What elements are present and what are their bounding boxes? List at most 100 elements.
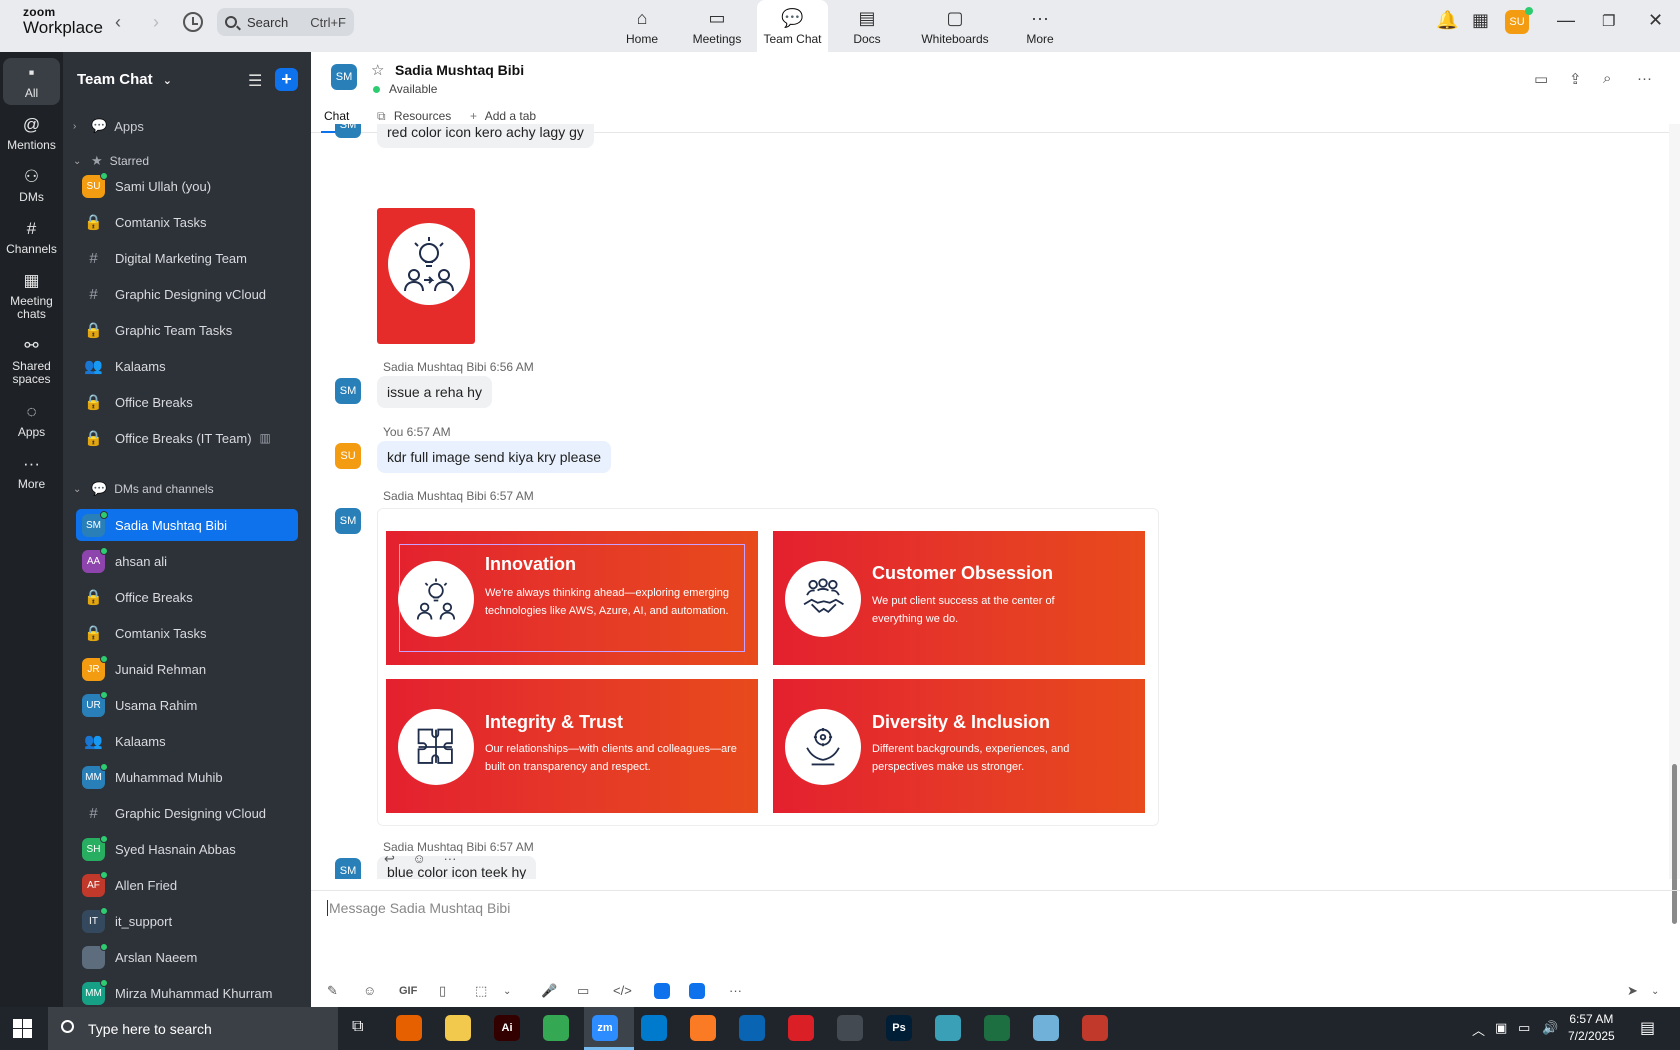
back-arrow-icon[interactable]: ‹ bbox=[115, 12, 121, 33]
sidebar-item[interactable]: 🔒 Office Breaks (IT Team) ▥ bbox=[76, 422, 298, 454]
tab-whiteboards[interactable]: ▢ Whiteboards bbox=[918, 0, 992, 52]
chevron-down-icon[interactable]: ⌄ bbox=[1651, 986, 1659, 997]
maximize-icon[interactable]: ❐ bbox=[1602, 12, 1615, 30]
message-input[interactable]: Message Sadia Mushtaq Bibi bbox=[327, 900, 510, 916]
file-icon[interactable]: ▯ bbox=[439, 983, 446, 999]
sidebar-item[interactable]: AF Allen Fried bbox=[76, 869, 298, 901]
message-avatar[interactable]: SM bbox=[335, 858, 361, 879]
new-chat-button[interactable]: + bbox=[275, 68, 298, 91]
tab-team-chat[interactable]: 💬 Team Chat bbox=[757, 0, 828, 52]
emoji-react-icon[interactable]: ☺ bbox=[413, 851, 426, 866]
sidebar-item[interactable]: SU Sami Ullah (you) bbox=[76, 170, 298, 202]
search-icon[interactable]: ⌕ bbox=[1603, 70, 1611, 87]
screenshot-icon[interactable]: ⬚ bbox=[475, 983, 487, 999]
windows-start-icon[interactable] bbox=[13, 1019, 32, 1038]
photoshop-icon[interactable]: Ps bbox=[886, 1015, 912, 1041]
search-box[interactable]: Search Ctrl+F bbox=[217, 8, 354, 36]
xampp-icon[interactable] bbox=[690, 1015, 716, 1041]
message-avatar[interactable]: SM bbox=[335, 124, 361, 138]
task-view-icon[interactable]: ⧉ bbox=[352, 1018, 363, 1036]
sidebar-item[interactable]: AA ahsan ali bbox=[76, 545, 298, 577]
profile-avatar[interactable]: SU bbox=[1505, 7, 1533, 34]
tab-meetings[interactable]: ▭ Meetings bbox=[688, 0, 746, 52]
tab-home[interactable]: ⌂ Home bbox=[622, 0, 662, 52]
sidebar-item[interactable]: 🔒 Office Breaks bbox=[76, 581, 298, 613]
forward-arrow-icon[interactable]: › bbox=[153, 12, 159, 33]
reply-icon[interactable]: ↩ bbox=[384, 851, 395, 866]
video-message-icon[interactable]: ▭ bbox=[577, 983, 589, 999]
rail-apps[interactable]: ◌ Apps bbox=[3, 401, 60, 438]
rail-meeting-chats[interactable]: ▦ Meeting chats bbox=[3, 270, 60, 321]
chevron-up-icon[interactable]: ︿ bbox=[1472, 1020, 1485, 1039]
filter-icon[interactable]: ☰ bbox=[248, 71, 262, 91]
app-icon[interactable] bbox=[935, 1015, 961, 1041]
message-avatar[interactable]: SM bbox=[335, 508, 361, 534]
format-icon[interactable]: ✎ bbox=[327, 983, 338, 999]
share-screen-icon[interactable]: ⇪ bbox=[1569, 70, 1582, 88]
minimize-icon[interactable]: — bbox=[1557, 10, 1575, 31]
chat-scrollbar[interactable] bbox=[1669, 124, 1680, 924]
snipping-icon[interactable] bbox=[1082, 1015, 1108, 1041]
close-icon[interactable]: ✕ bbox=[1648, 10, 1663, 31]
gif-button[interactable]: GIF bbox=[399, 985, 417, 997]
calendar-icon[interactable]: ▦ bbox=[1472, 10, 1489, 31]
sidebar-item[interactable]: MM Muhammad Muhib bbox=[76, 761, 298, 793]
tray-app-icon[interactable]: ▣ bbox=[1495, 1020, 1507, 1036]
zoom-icon[interactable]: zm bbox=[592, 1015, 618, 1041]
sidebar-item[interactable]: 👥 Kalaams bbox=[76, 725, 298, 757]
vscode-icon[interactable] bbox=[641, 1015, 667, 1041]
star-icon[interactable]: ☆ bbox=[371, 61, 384, 79]
sidebar-item[interactable]: 🔒 Comtanix Tasks bbox=[76, 206, 298, 238]
sidebar-item[interactable]: 🔒 Office Breaks bbox=[76, 386, 298, 418]
rail-more[interactable]: ··· More bbox=[3, 453, 60, 490]
more-icon[interactable]: ··· bbox=[443, 851, 456, 866]
rail-shared-spaces[interactable]: ⚯ Shared spaces bbox=[3, 335, 60, 386]
rail-all[interactable]: ▪ All bbox=[3, 58, 60, 105]
code-icon[interactable]: </> bbox=[613, 983, 632, 998]
taskbar-clock[interactable]: 6:57 AM 7/2/2025 bbox=[1568, 1011, 1615, 1045]
chevron-down-icon[interactable]: ⌄ bbox=[503, 986, 511, 997]
sidebar-item[interactable]: IT it_support bbox=[76, 905, 298, 937]
video-call-icon[interactable]: ▭ bbox=[1534, 70, 1548, 88]
app-icon[interactable] bbox=[654, 983, 670, 999]
shared-image-icon[interactable] bbox=[377, 208, 475, 344]
contact-avatar[interactable]: SM bbox=[331, 64, 357, 90]
firefox-icon[interactable] bbox=[396, 1015, 422, 1041]
bell-icon[interactable]: 🔔 bbox=[1436, 10, 1458, 31]
send-icon[interactable]: ➤ bbox=[1627, 983, 1638, 999]
message-avatar[interactable]: SM bbox=[335, 378, 361, 404]
sidebar-item[interactable]: # Digital Marketing Team bbox=[76, 242, 298, 274]
volume-icon[interactable]: 🔊 bbox=[1542, 1020, 1558, 1036]
tab-more[interactable]: ··· More bbox=[1025, 0, 1055, 52]
whiteboard-app-icon[interactable] bbox=[689, 983, 705, 999]
taskbar-search[interactable]: Type here to search bbox=[48, 1007, 338, 1050]
emoji-icon[interactable]: ☺ bbox=[363, 983, 376, 998]
sidebar-item[interactable]: 👥 Kalaams bbox=[76, 350, 298, 382]
notifications-icon[interactable]: ▤ bbox=[1640, 1018, 1655, 1038]
sidebar-item[interactable]: 🔒 Graphic Team Tasks bbox=[76, 314, 298, 346]
outlook-icon[interactable] bbox=[739, 1015, 765, 1041]
more-icon[interactable]: ··· bbox=[729, 983, 742, 998]
rail-mentions[interactable]: @ Mentions bbox=[3, 114, 60, 151]
sidebar-item[interactable]: 🔒 Comtanix Tasks bbox=[76, 617, 298, 649]
sidebar-item[interactable]: SM Sadia Mushtaq Bibi bbox=[76, 509, 298, 541]
contact-name[interactable]: Sadia Mushtaq Bibi bbox=[395, 62, 524, 78]
more-options-icon[interactable]: ··· bbox=[1637, 70, 1652, 87]
pen-icon[interactable] bbox=[837, 1015, 863, 1041]
sidebar-item[interactable]: Arslan Naeem bbox=[76, 941, 298, 973]
sidebar-item[interactable]: UR Usama Rahim bbox=[76, 689, 298, 721]
sidebar-item[interactable]: # Graphic Designing vCloud bbox=[76, 278, 298, 310]
message-avatar[interactable]: SU bbox=[335, 443, 361, 469]
excel-icon[interactable] bbox=[984, 1015, 1010, 1041]
notepad-icon[interactable] bbox=[1033, 1015, 1059, 1041]
tab-docs[interactable]: ▤ Docs bbox=[849, 0, 885, 52]
shared-image-values[interactable]: Innovation We're always thinking ahead—e… bbox=[377, 508, 1159, 826]
illustrator-icon[interactable]: Ai bbox=[494, 1015, 520, 1041]
sidebar-item[interactable]: JR Junaid Rehman bbox=[76, 653, 298, 685]
microphone-icon[interactable]: 🎤 bbox=[541, 983, 557, 999]
rail-dms[interactable]: ⚇ DMs bbox=[3, 166, 60, 203]
sidebar-title[interactable]: Team Chat ⌄ bbox=[77, 71, 172, 88]
starred-section[interactable]: ⌄ ★ Starred bbox=[73, 153, 149, 169]
sidebar-item[interactable]: # Graphic Designing vCloud bbox=[76, 797, 298, 829]
creative-cloud-icon[interactable] bbox=[788, 1015, 814, 1041]
